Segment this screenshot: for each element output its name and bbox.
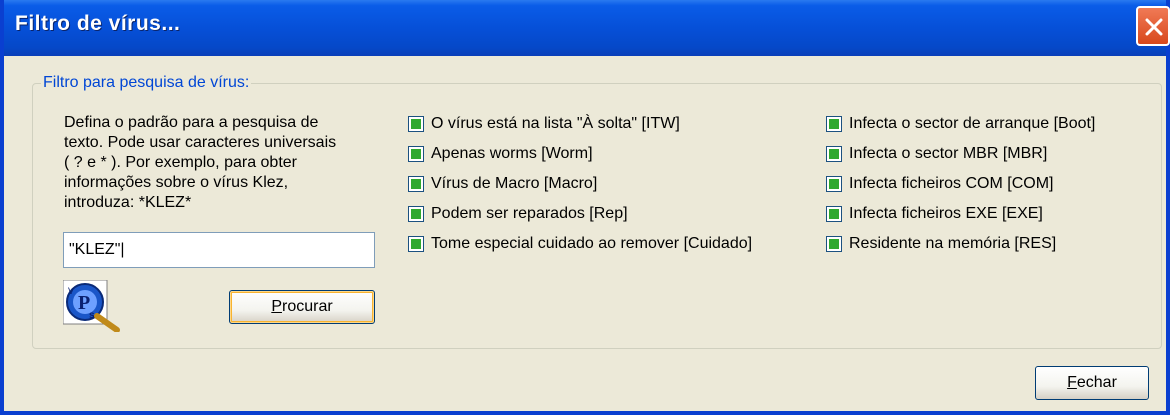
filter-com-label: Infecta ficheiros COM [COM] (849, 175, 1054, 192)
filter-worm-label: Apenas worms [Worm] (431, 145, 593, 162)
filter-macro-checkbox[interactable] (408, 176, 424, 192)
help-line: introduza: *KLEZ* (64, 194, 192, 211)
search-button-accel: P (271, 298, 282, 315)
filter-res-checkbox[interactable] (826, 236, 842, 252)
filter-cuidado-checkbox[interactable] (408, 236, 424, 252)
group-legend: Filtro para pesquisa de vírus: (41, 74, 252, 92)
window-close-button[interactable] (1136, 6, 1170, 46)
close-button-label: echar (1076, 374, 1117, 391)
close-button-accel: F (1067, 374, 1077, 391)
search-help-text: Defina o padrão para a pesquisa de texto… (64, 113, 394, 213)
filter-exe-checkbox[interactable] (826, 206, 842, 222)
virus-search-filter-group: Filtro para pesquisa de vírus: Defina o … (32, 74, 1162, 349)
filter-res-label: Residente na memória [RES] (849, 235, 1057, 252)
filter-boot-label: Infecta o sector de arranque [Boot] (849, 115, 1096, 132)
close-dialog-button[interactable]: Fechar (1035, 366, 1149, 400)
filter-boot-checkbox[interactable] (826, 116, 842, 132)
filter-worm-checkbox[interactable] (408, 146, 424, 162)
filter-cuidado-label: Tome especial cuidado ao remover [Cuidad… (431, 235, 753, 252)
filter-rep-checkbox[interactable] (408, 206, 424, 222)
dialog-body: Filtro para pesquisa de vírus: Defina o … (4, 56, 1166, 411)
filter-com-checkbox[interactable] (826, 176, 842, 192)
virus-filter-dialog: Filtro de vírus... Filtro para pesquisa … (0, 0, 1170, 415)
help-line: informações sobre o vírus Klez, (64, 174, 289, 191)
window-title: Filtro de vírus... (15, 12, 181, 35)
title-bar[interactable]: Filtro de vírus... (4, 0, 1170, 56)
filter-exe-label: Infecta ficheiros EXE [EXE] (849, 205, 1043, 222)
close-icon (1145, 18, 1163, 36)
search-button-label: rocurar (281, 298, 333, 315)
search-pattern-input[interactable] (63, 232, 375, 268)
help-line: ( ? e * ). Por exemplo, para obter (64, 154, 297, 171)
filter-mbr-label: Infecta o sector MBR [MBR] (849, 145, 1048, 162)
help-line: Defina o padrão para a pesquisa de (64, 114, 319, 131)
virus-encyclopedia-icon[interactable]: P V s (62, 279, 123, 333)
search-button[interactable]: Procurar (229, 290, 375, 324)
filter-itw-label: O vírus está na lista "À solta" [ITW] (431, 115, 680, 132)
filter-itw-checkbox[interactable] (408, 116, 424, 132)
filter-rep-label: Podem ser reparados [Rep] (431, 205, 628, 222)
help-line: texto. Pode usar caracteres universais (64, 134, 337, 151)
filter-mbr-checkbox[interactable] (826, 146, 842, 162)
filter-macro-label: Vírus de Macro [Macro] (431, 175, 598, 192)
svg-text:V: V (68, 286, 74, 296)
